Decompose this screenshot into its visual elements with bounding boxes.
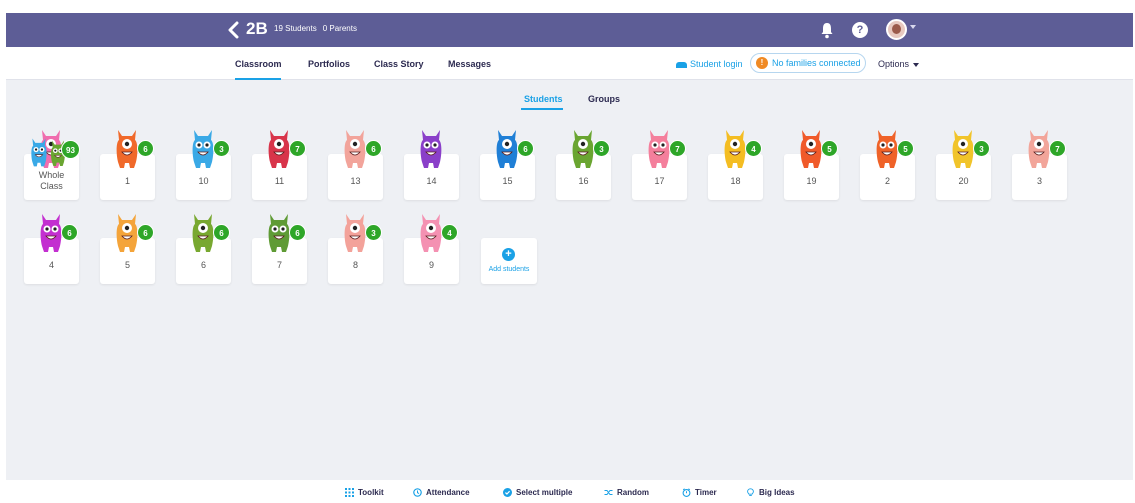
student-name: 20 bbox=[958, 176, 969, 186]
subtab-groups[interactable]: Groups bbox=[588, 94, 620, 104]
random-label: Random bbox=[617, 488, 649, 497]
bell-icon[interactable] bbox=[819, 21, 835, 39]
student-name: 13 bbox=[350, 176, 361, 186]
class-counts: 19 Students 0 Parents bbox=[274, 24, 363, 33]
add-students-label: Add students bbox=[488, 266, 530, 273]
lightbulb-icon bbox=[747, 488, 754, 497]
students-icon bbox=[676, 61, 687, 68]
student-name: 4 bbox=[48, 260, 54, 270]
back-chevron-icon[interactable] bbox=[226, 21, 242, 39]
random-button[interactable]: Random bbox=[604, 488, 649, 497]
student-name: 10 bbox=[198, 176, 209, 186]
options-label: Options bbox=[878, 59, 910, 69]
points-badge: 3 bbox=[973, 140, 990, 157]
points-badge: 6 bbox=[61, 224, 78, 241]
avatar-dropdown-icon[interactable] bbox=[910, 25, 916, 29]
student-name: 17 bbox=[654, 176, 665, 186]
class-title: 2B bbox=[246, 19, 268, 38]
student-login-label: Student login bbox=[690, 59, 743, 69]
parent-count: 0 Parents bbox=[322, 24, 357, 33]
clock-icon bbox=[413, 488, 422, 498]
plus-icon: + bbox=[502, 248, 515, 261]
classroom-app: 2B 19 Students 0 Parents ? Classroom Port… bbox=[6, 13, 1133, 480]
tab-classroom[interactable]: Classroom bbox=[235, 59, 282, 69]
shuffle-icon bbox=[604, 490, 613, 496]
attendance-button[interactable]: Attendance bbox=[413, 488, 470, 498]
tab-class-story[interactable]: Class Story bbox=[374, 59, 424, 69]
student-name: 2 bbox=[884, 176, 890, 186]
student-name: 9 bbox=[428, 260, 434, 270]
student-name: 7 bbox=[276, 260, 282, 270]
points-badge: 4 bbox=[441, 224, 458, 241]
families-status-label: No families connected bbox=[772, 58, 861, 68]
add-students-button[interactable]: + Add students bbox=[481, 238, 537, 284]
options-dropdown[interactable]: Options bbox=[878, 59, 920, 69]
student-name: 15 bbox=[502, 176, 513, 186]
points-badge: 93 bbox=[61, 140, 80, 159]
select-multiple-label: Select multiple bbox=[516, 488, 573, 497]
tab-portfolios[interactable]: Portfolios bbox=[308, 59, 350, 69]
help-icon[interactable]: ? bbox=[852, 22, 868, 38]
families-status-button[interactable]: ! No families connected bbox=[750, 53, 866, 73]
active-subtab-indicator bbox=[521, 108, 563, 110]
user-avatar[interactable] bbox=[886, 19, 907, 40]
timer-button[interactable]: Timer bbox=[682, 488, 717, 498]
main-nav: Classroom Portfolios Class Story Message… bbox=[6, 47, 1133, 80]
points-badge: 3 bbox=[365, 224, 382, 241]
check-icon bbox=[503, 488, 512, 498]
chevron-down-icon bbox=[913, 62, 920, 67]
points-badge: 7 bbox=[1049, 140, 1066, 157]
points-badge: 3 bbox=[213, 140, 230, 157]
subtab-students[interactable]: Students bbox=[524, 94, 563, 104]
student-name: 16 bbox=[578, 176, 589, 186]
student-name: 19 bbox=[806, 176, 817, 186]
timer-label: Timer bbox=[695, 488, 717, 497]
warning-icon: ! bbox=[756, 57, 768, 69]
points-badge: 6 bbox=[213, 224, 230, 241]
points-badge: 6 bbox=[365, 140, 382, 157]
student-name: 8 bbox=[352, 260, 358, 270]
toolkit-label: Toolkit bbox=[358, 488, 384, 497]
student-name: 5 bbox=[124, 260, 130, 270]
student-count: 19 Students bbox=[274, 24, 317, 33]
attendance-label: Attendance bbox=[426, 488, 470, 497]
points-badge: 5 bbox=[821, 140, 838, 157]
active-tab-indicator bbox=[235, 78, 281, 80]
select-multiple-button[interactable]: Select multiple bbox=[503, 488, 573, 498]
points-badge: 6 bbox=[137, 140, 154, 157]
student-name: 11 bbox=[274, 176, 285, 186]
student-name: 1 bbox=[124, 176, 130, 186]
student-name: 18 bbox=[730, 176, 741, 186]
monster-avatar bbox=[416, 124, 446, 170]
toolkit-button[interactable]: Toolkit bbox=[345, 488, 384, 498]
student-name: Whole Class bbox=[38, 170, 65, 191]
top-header: 2B 19 Students 0 Parents ? bbox=[6, 13, 1133, 47]
big-ideas-label: Big Ideas bbox=[759, 488, 795, 497]
big-ideas-button[interactable]: Big Ideas bbox=[746, 488, 795, 497]
bottom-toolbar: Toolkit Attendance Select multiple Rando… bbox=[0, 480, 1135, 503]
points-badge: 7 bbox=[669, 140, 686, 157]
tab-messages[interactable]: Messages bbox=[448, 59, 491, 69]
points-badge: 5 bbox=[897, 140, 914, 157]
points-badge: 6 bbox=[289, 224, 306, 241]
points-badge: 7 bbox=[289, 140, 306, 157]
student-name: 3 bbox=[1036, 176, 1042, 186]
points-badge: 6 bbox=[137, 224, 154, 241]
points-badge: 4 bbox=[745, 140, 762, 157]
student-name: 14 bbox=[426, 176, 437, 186]
points-badge: 3 bbox=[593, 140, 610, 157]
timer-icon bbox=[682, 488, 691, 498]
student-login-link[interactable]: Student login bbox=[676, 59, 743, 69]
grid-icon bbox=[345, 488, 354, 498]
points-badge: 6 bbox=[517, 140, 534, 157]
student-name: 6 bbox=[200, 260, 206, 270]
